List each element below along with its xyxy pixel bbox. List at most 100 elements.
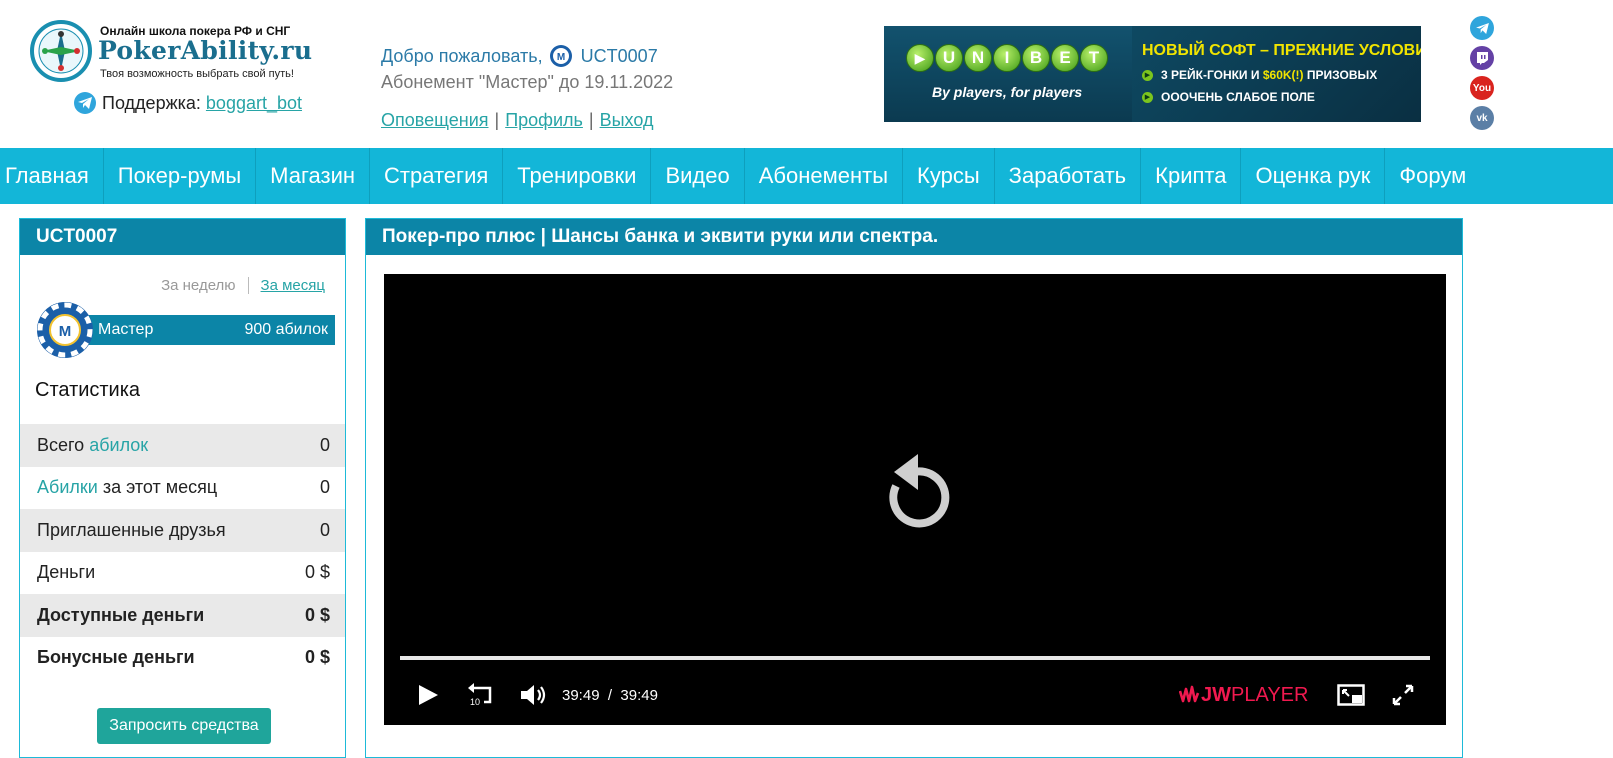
nav-courses[interactable]: Курсы [903,148,995,204]
elapsed-time: 39:49 [562,686,600,704]
jwplayer-brand-mark: JW [1201,683,1231,706]
nav-poker-rooms[interactable]: Покер-румы [104,148,257,204]
video-player[interactable]: 10 39:49 / 39:49 JW PLAYER [384,274,1446,725]
time-separator: / [607,686,613,704]
user-links: Оповещения | Профиль | Выход [381,110,653,131]
stat-row-available: Доступные деньги 0 $ [20,594,345,637]
stats-table: Всего абилок 0 Абилки за этот месяц 0 Пр… [20,424,345,679]
stat-row-total: Всего абилок 0 [20,424,345,467]
rewind-button[interactable]: 10 [466,680,494,710]
rank-bar: Мастер 900 абилок [70,315,335,345]
jwplayer-logo[interactable]: JW PLAYER [1179,680,1308,710]
rank-chip-icon: M [37,302,93,358]
brand-letter: N [964,44,992,72]
stat-row-friends: Приглашенные друзья 0 [20,509,345,552]
period-month[interactable]: За месяц [261,277,325,294]
banner-line-1-highlight: $60K(!) [1262,68,1304,82]
banner-line-1-post: ПРИЗОВЫХ [1306,68,1378,82]
rank-chip-letter: M [59,323,72,340]
stat-value: 0 $ [304,562,330,583]
brand-letter: B [1022,44,1050,72]
stats-title: Статистика [35,379,141,401]
banner-headline: НОВЫЙ СОФТ – ПРЕЖНИЕ УСЛОВИЯ: [1142,42,1421,59]
brand-letter: T [1080,44,1108,72]
nav-video[interactable]: Видео [651,148,745,204]
nav-crypto[interactable]: Крипта [1141,148,1242,204]
nav-trainings[interactable]: Тренировки [503,148,652,204]
youtube-icon[interactable]: You [1470,76,1494,100]
time-display: 39:49 / 39:49 [562,680,658,710]
rank-value: 900 абилок [244,321,328,338]
link-separator: | [494,110,500,130]
replay-icon[interactable] [874,446,954,530]
logo-emblem-icon [30,20,92,82]
stat-label: Доступные деньги [37,604,205,625]
site-header: Онлайн школа покера РФ и СНГ PokerAbilit… [0,0,1613,146]
volume-icon [521,685,546,705]
brand-letter: E [1051,44,1079,72]
banner-line-2: ▶ ОООЧЕНЬ СЛАБОЕ ПОЛЕ [1142,90,1315,104]
logo-slogan: Твоя возможность выбрать свой путь! [100,68,294,80]
period-week[interactable]: За неделю [161,277,249,294]
stat-row-bonus: Бонусные деньги 0 $ [20,637,345,680]
stat-label: Бонусные деньги [37,647,195,668]
site-logo[interactable]: Онлайн школа покера РФ и СНГ PokerAbilit… [30,18,312,88]
telegram-icon [74,92,96,114]
nav-strategy[interactable]: Стратегия [370,148,504,204]
fullscreen-button[interactable] [1392,680,1414,710]
volume-button[interactable] [519,680,547,710]
rank-name: Мастер [98,321,154,338]
unibet-banner[interactable]: ▶ U N I B E T By players, for players НО… [884,26,1421,122]
rewind-10-icon: 10 [468,683,492,707]
play-button[interactable] [416,680,440,710]
stat-value: 0 [319,434,330,455]
welcome-username: UCT0007 [580,45,658,66]
player-controls: 10 39:49 / 39:49 JW PLAYER [384,674,1446,716]
period-switch: За неделю За месяц [161,277,325,294]
telegram-icon[interactable] [1470,16,1494,40]
bullet-icon: ▶ [1142,91,1153,103]
svg-text:M: M [557,52,565,63]
banner-line-2-text: ОООЧЕНЬ СЛАБОЕ ПОЛЕ [1161,90,1315,104]
main-nav: Главная Покер-румы Магазин Стратегия Тре… [0,148,1613,204]
request-funds-button[interactable]: Запросить средства [97,708,271,744]
nav-shop[interactable]: Магазин [256,148,371,204]
welcome-text: Добро пожаловать, [381,45,543,66]
twitch-icon[interactable] [1470,46,1494,70]
support-link[interactable]: boggart_bot [206,93,302,114]
social-links: You vk [1470,16,1496,136]
pip-button[interactable] [1337,680,1365,710]
stat-label-link[interactable]: Абилки [37,477,98,497]
banner-brand-letters: ▶ U N I B E T [906,44,1109,72]
stat-label-text: Всего [37,434,90,455]
nav-hand-review[interactable]: Оценка рук [1241,148,1386,204]
nav-home[interactable]: Главная [0,148,104,204]
welcome-line: Добро пожаловать, M UCT0007 [381,44,658,68]
stat-label-text: за этот месяц [97,477,218,498]
stat-value: 0 $ [304,604,330,625]
banner-line-1-pre: 3 РЕЙК-ГОНКИ И [1161,68,1260,82]
stat-label: Приглашенные друзья [37,519,226,540]
vk-icon[interactable]: vk [1470,106,1494,130]
notifications-link[interactable]: Оповещения [381,110,489,130]
profile-link[interactable]: Профиль [505,110,583,130]
brand-letter: I [993,44,1021,72]
logout-link[interactable]: Выход [600,110,654,130]
user-sidebar: UCT0007 За неделю За месяц Мастер 900 аб… [19,218,346,758]
sidebar-title: UCT0007 [20,219,345,255]
stat-label-link[interactable]: абилок [89,435,148,455]
banner-tagline: By players, for players [932,84,1083,100]
progress-fill [400,656,1430,660]
nav-earn[interactable]: Заработать [995,148,1142,204]
stat-row-month: Абилки за этот месяц 0 [20,467,345,510]
stat-label: Деньги [37,562,96,583]
duration-time: 39:49 [620,686,658,704]
nav-forum[interactable]: Форум [1385,148,1480,204]
link-separator: | [588,110,594,130]
picture-in-picture-icon [1337,684,1365,706]
nav-subscriptions[interactable]: Абонементы [745,148,904,204]
stat-value: 0 [319,477,330,498]
progress-bar[interactable] [400,656,1430,660]
play-icon [419,685,438,705]
stat-value: 0 [319,519,330,540]
